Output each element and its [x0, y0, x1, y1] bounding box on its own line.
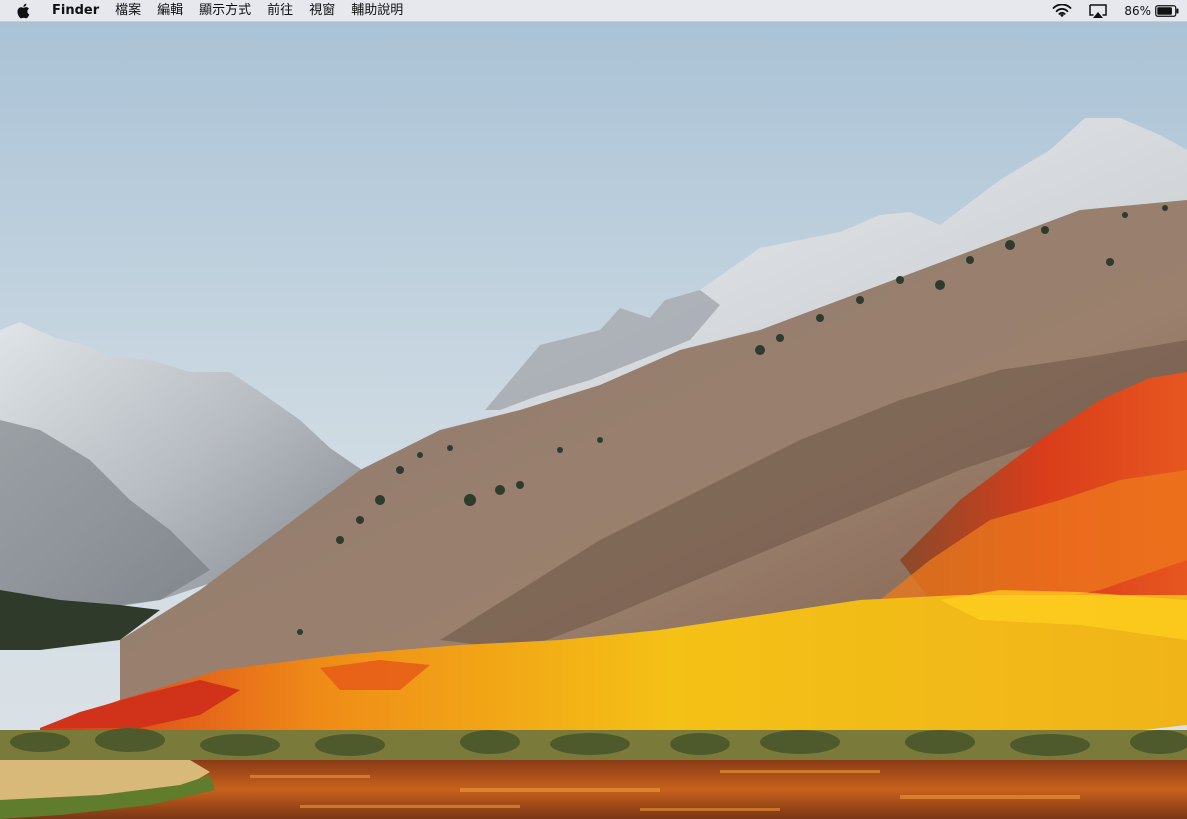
menu-window[interactable]: 視窗: [301, 0, 343, 22]
wifi-status[interactable]: [1044, 0, 1080, 22]
airplay-icon: [1089, 3, 1108, 18]
battery-status[interactable]: 86%: [1116, 0, 1187, 22]
apple-menu[interactable]: [0, 0, 40, 22]
wallpaper-image: [0, 0, 1187, 819]
battery-percentage: 86%: [1124, 4, 1151, 18]
menu-bar: Finder 檔案 編輯 顯示方式 前往 視窗 輔助說明 86%: [0, 0, 1187, 22]
desktop-wallpaper: [0, 0, 1187, 819]
wifi-icon: [1052, 4, 1072, 18]
menu-finder[interactable]: Finder: [40, 0, 107, 22]
battery-icon: [1155, 5, 1179, 17]
menu-view[interactable]: 顯示方式: [191, 0, 259, 22]
airplay-status[interactable]: [1080, 0, 1116, 22]
apple-logo-icon: [17, 3, 30, 19]
menu-edit[interactable]: 編輯: [149, 0, 191, 22]
menu-go[interactable]: 前往: [259, 0, 301, 22]
battery-fill-level: [1157, 7, 1172, 15]
menu-file[interactable]: 檔案: [107, 0, 149, 22]
menu-help[interactable]: 輔助說明: [343, 0, 411, 22]
